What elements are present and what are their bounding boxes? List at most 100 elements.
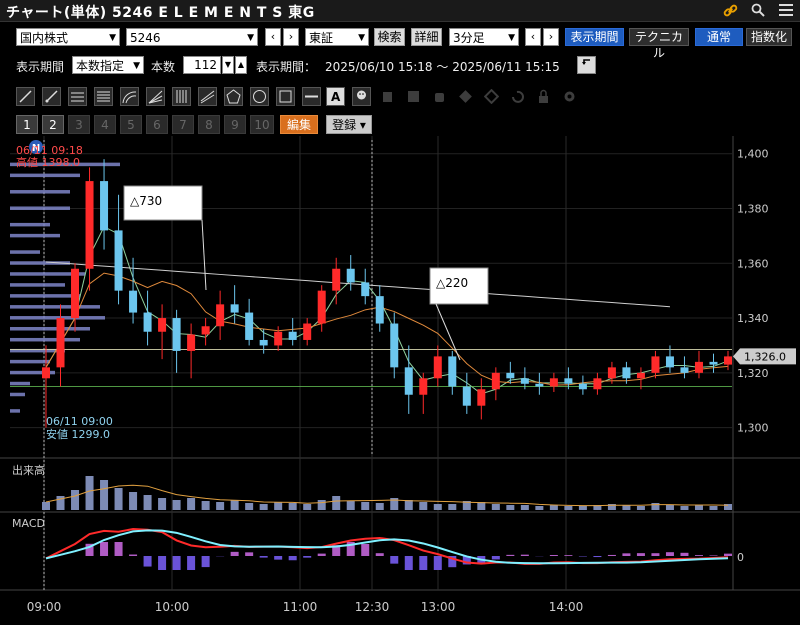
vertical-lines-icon[interactable] — [172, 87, 191, 106]
macd-histogram-bar — [622, 553, 631, 556]
chart-tabs: 1 2 3 4 5 6 7 8 9 10 編集 登録 ▾ — [0, 115, 800, 135]
candle-body — [564, 378, 573, 384]
menu-icon[interactable] — [778, 1, 794, 19]
price-axis: 1,400 1,380 1,360 1,340 1,320 1,300 1,326.0 0 — [733, 148, 796, 564]
tab-6[interactable]: 6 — [146, 115, 168, 134]
volume-bar — [665, 505, 674, 510]
tab-2[interactable]: 2 — [42, 115, 64, 134]
candle-body — [549, 378, 558, 387]
volume-panel-label: 出来高 — [12, 463, 45, 477]
channel-tool-icon[interactable] — [198, 87, 217, 106]
list-icon[interactable] — [404, 87, 423, 106]
count-down-button[interactable]: ▼ — [222, 56, 234, 74]
rectangle-icon[interactable] — [276, 87, 295, 106]
count-input[interactable]: 112 — [183, 56, 221, 74]
settings-icon[interactable] — [560, 87, 579, 106]
candle-body — [259, 339, 268, 346]
time-tick-label: 10:00 — [155, 600, 190, 614]
tab-8[interactable]: 8 — [198, 115, 220, 134]
next-interval-button[interactable]: › — [543, 28, 559, 46]
hline-icon[interactable] — [302, 87, 321, 106]
search-icon[interactable] — [750, 1, 766, 19]
period-toolbar: 表示期間 本数指定 ▼ 本数 112 ▼ ▲ 表示期間： 2025/06/10 1… — [0, 56, 800, 76]
market-select-value: 国内株式 — [20, 31, 69, 45]
text-tool-icon[interactable]: A — [326, 87, 345, 106]
count-up-button[interactable]: ▲ — [235, 56, 247, 74]
edit-button[interactable]: 編集 — [280, 115, 318, 134]
reset-button[interactable] — [577, 56, 596, 74]
exchange-select[interactable]: 東証 ▼ — [305, 28, 369, 46]
candle-body — [593, 378, 602, 390]
time-tick-label: 13:00 — [421, 600, 456, 614]
interval-select[interactable]: 3分足 ▼ — [449, 28, 519, 46]
volume-bar — [114, 488, 123, 510]
code-input[interactable]: 5246 ▼ — [126, 28, 258, 46]
price-chart[interactable]: 出来高 MACD 1,4001,3801,3601,3401,3201,3001… — [0, 136, 800, 625]
candle-body — [158, 318, 167, 332]
candle-body — [404, 367, 413, 395]
register-button[interactable]: 登録 ▾ — [326, 115, 372, 134]
code-input-value: 5246 — [130, 31, 161, 45]
candle-body — [346, 268, 355, 283]
volume-bar — [419, 502, 428, 510]
line-tool-icon[interactable] — [16, 87, 35, 106]
candle-body — [607, 367, 616, 379]
tab-1[interactable]: 1 — [16, 115, 38, 134]
macd-histogram-bar — [158, 556, 167, 570]
circle-icon[interactable] — [250, 87, 269, 106]
macd-histogram-bar — [390, 556, 399, 564]
macd-histogram-bar — [172, 556, 181, 570]
eraser-all-icon[interactable] — [482, 87, 501, 106]
technical-button[interactable]: テクニカル — [629, 28, 689, 60]
prev-symbol-button[interactable]: ‹ — [265, 28, 281, 46]
macd-histogram-bar — [100, 542, 109, 556]
volume-bar — [578, 506, 587, 510]
eraser-icon[interactable] — [456, 87, 475, 106]
profile-bar — [10, 327, 90, 331]
tab-7[interactable]: 7 — [172, 115, 194, 134]
icon-stamp-icon[interactable] — [352, 87, 371, 106]
candle-body — [288, 331, 297, 340]
candle-body — [143, 312, 152, 332]
volume-bar — [506, 505, 515, 510]
period-label: 表示期間 — [16, 60, 65, 74]
range-label: 表示期間： — [256, 60, 317, 74]
tab-3[interactable]: 3 — [68, 115, 90, 134]
index-button[interactable]: 指数化 — [746, 28, 792, 46]
show-period-button[interactable]: 表示期間 — [565, 28, 624, 46]
candle-body — [42, 367, 50, 379]
pentagon-icon[interactable] — [224, 87, 243, 106]
macd-zero-label: 0 — [737, 551, 744, 564]
search-button[interactable]: 検索 — [374, 28, 405, 46]
link-icon[interactable] — [722, 1, 738, 19]
period-mode-select[interactable]: 本数指定 ▼ — [72, 56, 144, 74]
lock-icon[interactable] — [534, 87, 553, 106]
macd-histogram-bar — [288, 556, 297, 561]
prev-interval-button[interactable]: ‹ — [525, 28, 541, 46]
fibonacci-icon[interactable] — [94, 87, 113, 106]
arc-tool-icon[interactable] — [120, 87, 139, 106]
tab-5[interactable]: 5 — [120, 115, 142, 134]
symbol-toolbar: 国内株式 ▼ 5246 ▼ ‹ › 東証 ▼ 検索 詳細 3分足 ▼ ‹ › 表示期間 … — [0, 28, 800, 60]
macd-histogram-bar — [375, 553, 384, 556]
hand-icon[interactable] — [430, 87, 449, 106]
tab-9[interactable]: 9 — [224, 115, 246, 134]
fan-tool-icon[interactable] — [146, 87, 165, 106]
macd-histogram-bar — [636, 553, 645, 556]
candle-body — [274, 331, 283, 346]
tab-4[interactable]: 4 — [94, 115, 116, 134]
time-axis: 09:00 10:00 11:00 12:30 13:00 14:00 — [27, 600, 584, 614]
undo-icon[interactable] — [508, 87, 527, 106]
horizontal-lines-icon[interactable] — [68, 87, 87, 106]
volume-bar — [520, 505, 529, 510]
ray-tool-icon[interactable] — [42, 87, 61, 106]
tab-10[interactable]: 10 — [250, 115, 274, 134]
normal-button[interactable]: 通常 — [695, 28, 743, 46]
detail-button[interactable]: 詳細 — [411, 28, 442, 46]
svg-text:A: A — [331, 90, 341, 104]
market-select[interactable]: 国内株式 ▼ — [16, 28, 120, 46]
candle-body — [390, 323, 399, 368]
register-label: 登録 — [332, 118, 357, 132]
next-symbol-button[interactable]: › — [283, 28, 299, 46]
copy-icon[interactable] — [378, 87, 397, 106]
